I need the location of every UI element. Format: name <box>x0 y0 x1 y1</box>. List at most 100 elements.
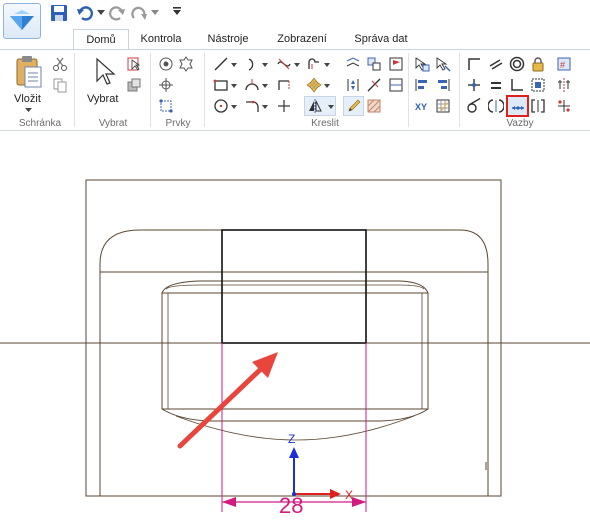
grid-icon[interactable] <box>435 98 451 114</box>
group-separator <box>74 53 75 127</box>
concentric-icon[interactable] <box>509 56 525 72</box>
line-dropdown-icon[interactable] <box>231 63 237 67</box>
dimension-arrow-left <box>222 497 236 507</box>
sketch-view: Z X 28 <box>0 179 590 518</box>
align-left-icon[interactable] <box>414 77 430 93</box>
include-icon[interactable] <box>366 56 382 72</box>
drawing-canvas[interactable]: Z X 28 <box>0 131 590 528</box>
horizontal-vertical-icon[interactable] <box>509 77 525 93</box>
axis-x-label: X <box>345 488 353 502</box>
symmetric-axis-icon[interactable] <box>556 77 572 93</box>
rectangle-dropdown-icon[interactable] <box>231 84 237 88</box>
collinear-icon[interactable] <box>530 98 546 114</box>
connect-icon[interactable] <box>466 77 482 93</box>
relation-assistant-icon[interactable]: # <box>556 56 572 72</box>
perpendicular-icon[interactable] <box>466 56 482 72</box>
axis-x-arrow <box>330 489 341 499</box>
point-tool-icon[interactable] <box>276 98 292 114</box>
tab-data-management[interactable]: Správa dat <box>348 29 414 49</box>
circle-icon[interactable] <box>213 98 229 114</box>
cut-icon[interactable] <box>52 56 68 72</box>
paste-dropdown-icon <box>25 108 32 112</box>
group-separator <box>459 53 460 127</box>
tab-inspect[interactable]: Kontrola <box>136 29 186 49</box>
intersect-icon[interactable] <box>435 56 451 72</box>
circle-dropdown-icon[interactable] <box>231 105 237 109</box>
curve-dropdown-icon[interactable] <box>294 63 300 67</box>
lock-icon[interactable] <box>530 56 546 72</box>
undo-dropdown-icon[interactable] <box>97 10 105 16</box>
paste-icon <box>16 56 42 88</box>
feature-pattern-icon[interactable] <box>158 98 174 114</box>
repeat-dropdown-icon[interactable] <box>151 10 159 16</box>
application-menu-button[interactable] <box>3 3 41 39</box>
svg-text:XY: XY <box>415 102 427 112</box>
group-label-features: Prvky <box>165 118 191 129</box>
show-relations-icon[interactable] <box>556 98 572 114</box>
offset-icon[interactable] <box>306 56 322 72</box>
flag-icon[interactable] <box>388 56 404 72</box>
xy-icon[interactable]: XY <box>414 98 430 114</box>
sketch-rectangle[interactable] <box>221 229 367 344</box>
dimension-arrow-right <box>352 497 366 507</box>
move-icon[interactable] <box>306 77 322 93</box>
rigid-set-icon[interactable] <box>530 77 546 93</box>
fillet-icon[interactable] <box>244 98 260 114</box>
arc-icon[interactable] <box>244 56 260 72</box>
body-rectangle <box>161 292 429 410</box>
move-dropdown-icon[interactable] <box>324 84 330 88</box>
group-label-draw: Kreslit <box>311 118 339 129</box>
paste-button[interactable]: Vložit <box>12 55 46 115</box>
dimension-icon <box>511 105 524 110</box>
copy-icon[interactable] <box>52 77 68 93</box>
dimension-value[interactable]: 28 <box>279 493 303 518</box>
group-label-clipboard: Schránka <box>18 118 62 129</box>
svg-text:#: # <box>560 60 565 70</box>
axis-z-arrow <box>289 447 299 458</box>
symmetric-icon[interactable] <box>488 98 504 114</box>
offset-dropdown-icon[interactable] <box>324 63 330 67</box>
distribute-icon[interactable] <box>345 77 361 93</box>
pencil-icon <box>348 99 361 112</box>
feature-point-icon[interactable] <box>158 77 174 93</box>
arc-dropdown-icon[interactable] <box>262 63 268 67</box>
sketch-color-button[interactable] <box>343 96 364 116</box>
curve-icon[interactable] <box>276 56 292 72</box>
tab-tools[interactable]: Nástroje <box>200 29 256 49</box>
rectangle-icon[interactable] <box>213 77 229 93</box>
undo-icon[interactable] <box>76 4 94 22</box>
select-tool-3-icon[interactable] <box>126 77 142 93</box>
body-bottom-curve <box>161 408 429 422</box>
zoom-area-icon[interactable] <box>414 56 430 72</box>
tangent-arc-dropdown-icon[interactable] <box>262 84 268 88</box>
axis-z-label: Z <box>288 432 295 446</box>
feature-hole-icon[interactable] <box>158 56 174 72</box>
smart-dimension-button[interactable] <box>506 95 529 117</box>
mirror-dropdown-icon[interactable] <box>328 105 334 109</box>
select-button[interactable]: Vybrat <box>86 55 120 111</box>
select-label: Vybrat <box>87 93 119 105</box>
trim-region-icon[interactable] <box>388 77 404 93</box>
fill-pattern-icon[interactable] <box>366 98 382 114</box>
body-top-curve-2 <box>165 284 425 290</box>
save-icon[interactable] <box>50 4 68 22</box>
line-icon[interactable] <box>213 56 229 72</box>
tab-view[interactable]: Zobrazení <box>270 29 334 49</box>
parallel-icon[interactable] <box>488 56 504 72</box>
select-tool-2-icon[interactable] <box>126 56 142 72</box>
tangent-icon[interactable] <box>466 98 482 114</box>
tangent-arc-icon[interactable] <box>244 77 260 93</box>
group-separator <box>408 53 409 127</box>
tab-home[interactable]: Domů <box>73 29 129 50</box>
fillet-dropdown-icon[interactable] <box>262 105 268 109</box>
customize-qat-icon[interactable] <box>172 6 182 16</box>
mirror-icon <box>309 99 322 113</box>
align-right-icon[interactable] <box>435 77 451 93</box>
equal-icon[interactable] <box>488 77 504 93</box>
repeat-icon[interactable] <box>130 4 148 22</box>
split-icon[interactable] <box>366 77 382 93</box>
trim-icon[interactable] <box>276 77 292 93</box>
project-icon[interactable] <box>345 56 361 72</box>
redo-icon[interactable] <box>108 4 126 22</box>
feature-gear-icon[interactable] <box>178 56 194 72</box>
